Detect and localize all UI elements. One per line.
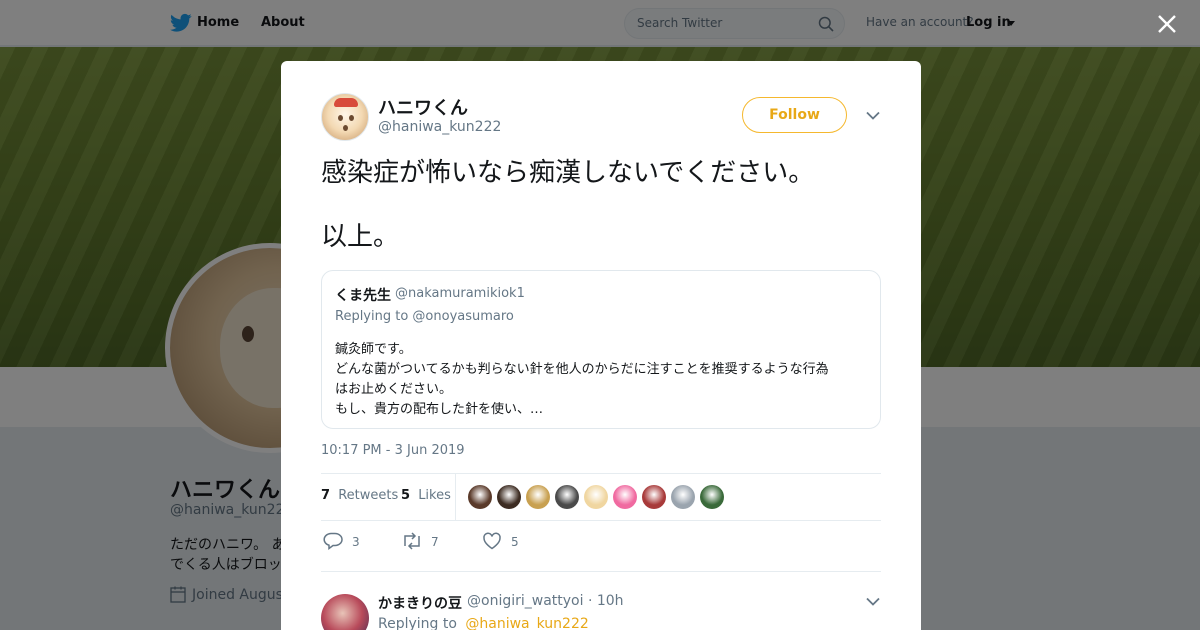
- retweets-count: 7: [321, 488, 331, 503]
- tweet-modal: ハニワくん @haniwa_kun222 Follow 感染症が怖いなら痴漢しな…: [281, 61, 921, 630]
- retweets-label: Retweets: [338, 488, 399, 503]
- avatar-eye: [338, 115, 343, 121]
- likes-count: 5: [401, 488, 411, 503]
- quoted-replying-to: Replying to @onoyasumaro: [335, 309, 514, 324]
- quoted-author-handle: @nakamuramikiok1: [395, 286, 525, 301]
- reply-replying-to: Replying to @haniwa_kun222: [378, 616, 589, 630]
- retweet-count: 7: [431, 535, 439, 549]
- heart-icon[interactable]: [482, 532, 502, 550]
- divider: [321, 571, 881, 572]
- tweet-timestamp[interactable]: 10:17 PM - 3 Jun 2019: [321, 443, 465, 458]
- reply-author-avatar[interactable]: [321, 594, 369, 630]
- chevron-down-icon[interactable]: [866, 111, 880, 120]
- quoted-text-line: もし、貴方の配布した針を使い、…: [335, 402, 544, 417]
- like-count: 5: [511, 535, 519, 549]
- liker-avatar[interactable]: [584, 485, 608, 509]
- divider: [455, 474, 456, 520]
- likes-stat[interactable]: 5 Likes: [401, 488, 451, 503]
- liker-avatar[interactable]: [700, 485, 724, 509]
- reply-author-name[interactable]: かまきりの豆: [378, 593, 462, 613]
- quoted-author-name: くま先生: [335, 288, 391, 304]
- liker-avatar[interactable]: [497, 485, 521, 509]
- quoted-text-line: どんな菌がついてるかも判らない針を他人のからだに注すことを推奨するような行為: [335, 362, 829, 377]
- divider: [321, 520, 881, 521]
- chevron-down-icon[interactable]: [866, 597, 880, 606]
- retweet-icon[interactable]: [401, 532, 423, 550]
- liker-avatar[interactable]: [613, 485, 637, 509]
- close-icon[interactable]: [1155, 12, 1179, 36]
- reply-author-handle[interactable]: @onigiri_wattyoi · 10h: [467, 593, 624, 609]
- avatar-eye: [349, 115, 354, 121]
- tweet-author-handle[interactable]: @haniwa_kun222: [378, 119, 501, 135]
- liker-avatar[interactable]: [555, 485, 579, 509]
- divider: [321, 473, 881, 474]
- retweets-stat[interactable]: 7 Retweets: [321, 488, 398, 503]
- avatar-mouth: [343, 125, 348, 131]
- replying-prefix: Replying to: [378, 616, 457, 630]
- liker-avatar[interactable]: [526, 485, 550, 509]
- replying-handle-link[interactable]: @haniwa_kun222: [465, 616, 588, 630]
- tweet-text: 感染症が怖いなら痴漢しないでください。: [321, 158, 815, 188]
- tweet-author-avatar[interactable]: [321, 93, 369, 141]
- quoted-text-line: 鍼灸師です。: [335, 342, 412, 357]
- liker-avatar[interactable]: [468, 485, 492, 509]
- reply-count: 3: [352, 535, 360, 549]
- tweet-author-name[interactable]: ハニワくん: [378, 94, 468, 120]
- likes-label: Likes: [418, 488, 451, 503]
- quoted-tweet[interactable]: くま先生 @nakamuramikiok1 Replying to @onoya…: [321, 270, 881, 429]
- quoted-text-line: はお止めください。: [335, 382, 453, 397]
- liker-avatar[interactable]: [642, 485, 666, 509]
- liker-avatar[interactable]: [671, 485, 695, 509]
- tweet-text: 以上。: [321, 222, 400, 252]
- reply-icon[interactable]: [323, 532, 343, 550]
- follow-button[interactable]: Follow: [742, 97, 847, 133]
- avatar-hat: [334, 98, 358, 107]
